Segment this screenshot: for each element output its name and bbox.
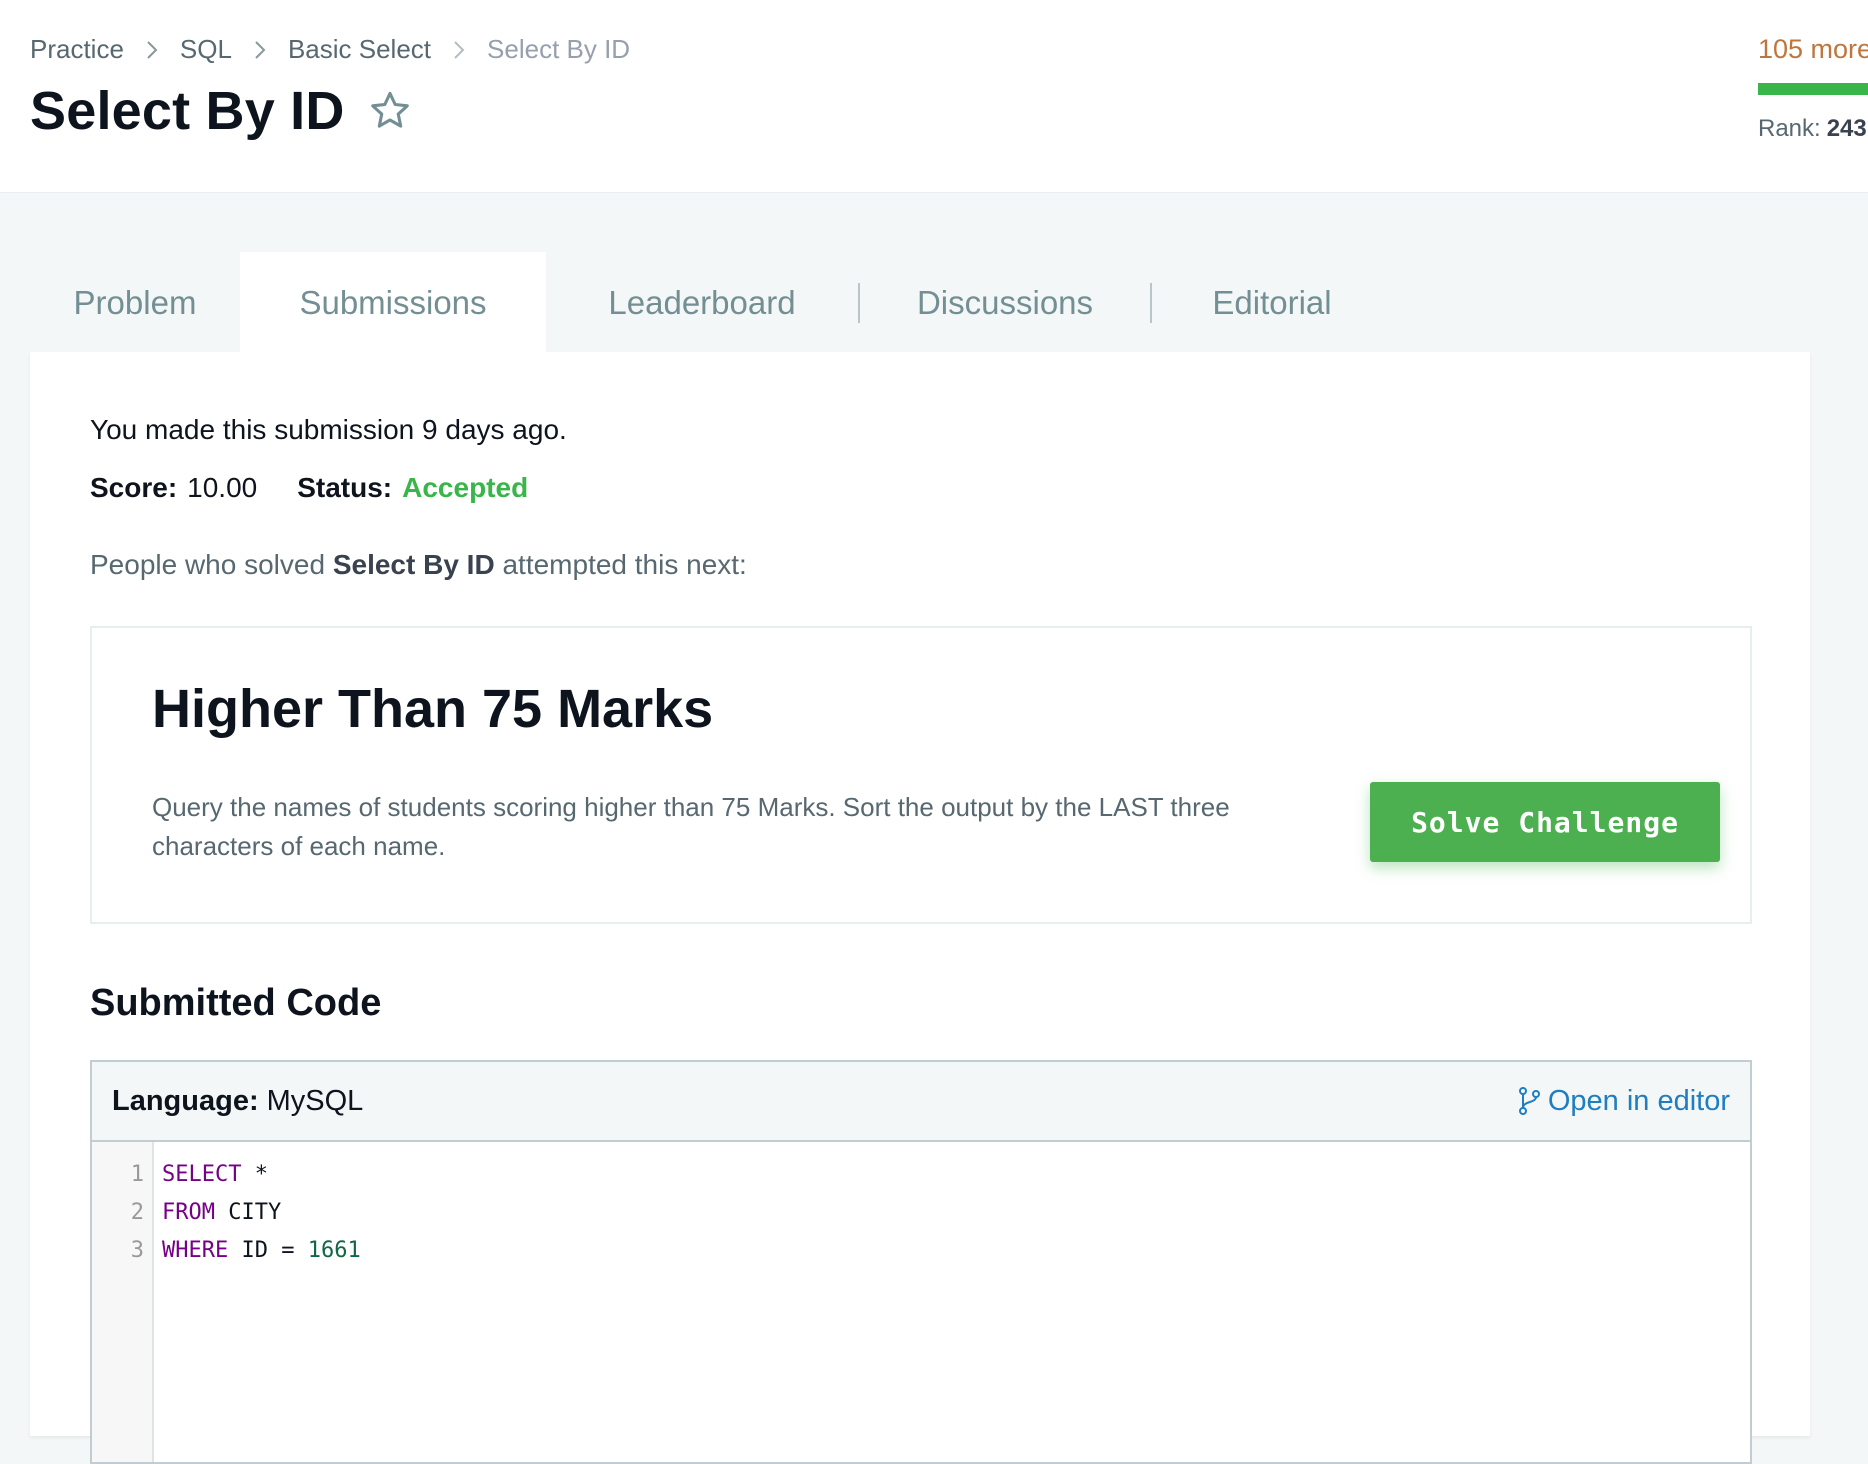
chevron-right-icon	[445, 36, 473, 64]
open-in-editor-link[interactable]: Open in editor	[1516, 1085, 1730, 1118]
breadcrumb-sql[interactable]: SQL	[180, 34, 232, 65]
open-in-editor-label: Open in editor	[1547, 1084, 1730, 1117]
language-value: MySQL	[266, 1084, 364, 1117]
line-number: 3	[130, 1238, 144, 1263]
line-number: 1	[130, 1162, 144, 1187]
language-info: Language: MySQL	[112, 1085, 363, 1118]
tab-leaderboard[interactable]: Leaderboard	[546, 252, 858, 353]
status-label: Status:	[297, 472, 393, 503]
challenge-tabs: Problem Submissions Leaderboard Discussi…	[30, 252, 1392, 353]
code-lines: SELECT * FROM CITY WHERE ID = 1661	[154, 1142, 361, 1462]
code-text: *	[241, 1162, 268, 1187]
code-viewer: Language: MySQL Open in editor 1 2 3 SEL…	[90, 1060, 1752, 1464]
status-badge: Accepted	[402, 472, 529, 503]
submission-panel: You made this submission 9 days ago. Sco…	[30, 352, 1810, 1464]
intro-prefix: People who solved	[90, 549, 333, 580]
next-challenge-intro: People who solved Select By ID attempted…	[90, 549, 747, 581]
code-line: FROM CITY	[162, 1194, 361, 1232]
tab-submissions[interactable]: Submissions	[240, 252, 546, 353]
sql-keyword: WHERE	[162, 1238, 229, 1263]
chevron-right-icon	[138, 36, 166, 64]
profile-progress: 105 more Rank: 243	[1758, 34, 1868, 143]
chevron-right-icon	[246, 36, 274, 64]
tab-problem[interactable]: Problem	[30, 252, 240, 353]
next-challenge-title[interactable]: Higher Than 75 Marks	[152, 678, 713, 740]
tab-discussions[interactable]: Discussions	[860, 252, 1150, 353]
intro-challenge-name: Select By ID	[332, 549, 495, 580]
breadcrumb-basic-select[interactable]: Basic Select	[288, 34, 431, 65]
page-title: Select By ID	[30, 81, 345, 141]
page-header: Practice SQL Basic Select Select By ID S…	[0, 0, 1868, 193]
points-remaining: 105 more	[1758, 34, 1868, 64]
rank: Rank: 243	[1758, 115, 1868, 143]
submitted-code-heading: Submitted Code	[90, 982, 382, 1024]
intro-suffix: attempted this next:	[494, 549, 747, 580]
line-number: 2	[130, 1200, 144, 1225]
code-text: ID =	[228, 1238, 308, 1263]
code-text: CITY	[214, 1200, 282, 1225]
code-line: WHERE ID = 1661	[162, 1232, 361, 1270]
submission-time-note: You made this submission 9 days ago.	[90, 414, 567, 445]
next-challenge-card: Higher Than 75 Marks Query the names of …	[90, 626, 1752, 924]
score-label: Score:	[90, 472, 178, 503]
code-body: 1 2 3 SELECT * FROM CITY WHERE ID = 1661	[92, 1142, 1750, 1462]
git-branch-icon	[1516, 1086, 1542, 1116]
rank-label: Rank:	[1758, 115, 1821, 142]
breadcrumb-practice[interactable]: Practice	[30, 34, 124, 65]
score-value: 10.00	[187, 472, 258, 503]
next-challenge-description: Query the names of students scoring high…	[152, 792, 1230, 861]
progress-bar	[1758, 83, 1868, 95]
sql-keyword: FROM	[162, 1200, 215, 1225]
language-label: Language:	[112, 1084, 259, 1117]
tab-editorial[interactable]: Editorial	[1152, 252, 1392, 353]
breadcrumb: Practice SQL Basic Select Select By ID	[30, 34, 630, 65]
sql-number: 1661	[307, 1238, 361, 1263]
score-status-line: Score: 10.00 Status: Accepted	[90, 472, 528, 504]
solve-challenge-button[interactable]: Solve Challenge	[1370, 782, 1720, 862]
line-number-gutter: 1 2 3	[92, 1142, 154, 1462]
star-icon[interactable]	[367, 88, 413, 134]
code-header: Language: MySQL Open in editor	[92, 1062, 1750, 1142]
title-row: Select By ID	[30, 80, 413, 142]
breadcrumb-current: Select By ID	[487, 34, 631, 64]
code-line: SELECT *	[162, 1156, 361, 1194]
sql-keyword: SELECT	[162, 1162, 242, 1187]
rank-value: 243	[1826, 115, 1867, 142]
